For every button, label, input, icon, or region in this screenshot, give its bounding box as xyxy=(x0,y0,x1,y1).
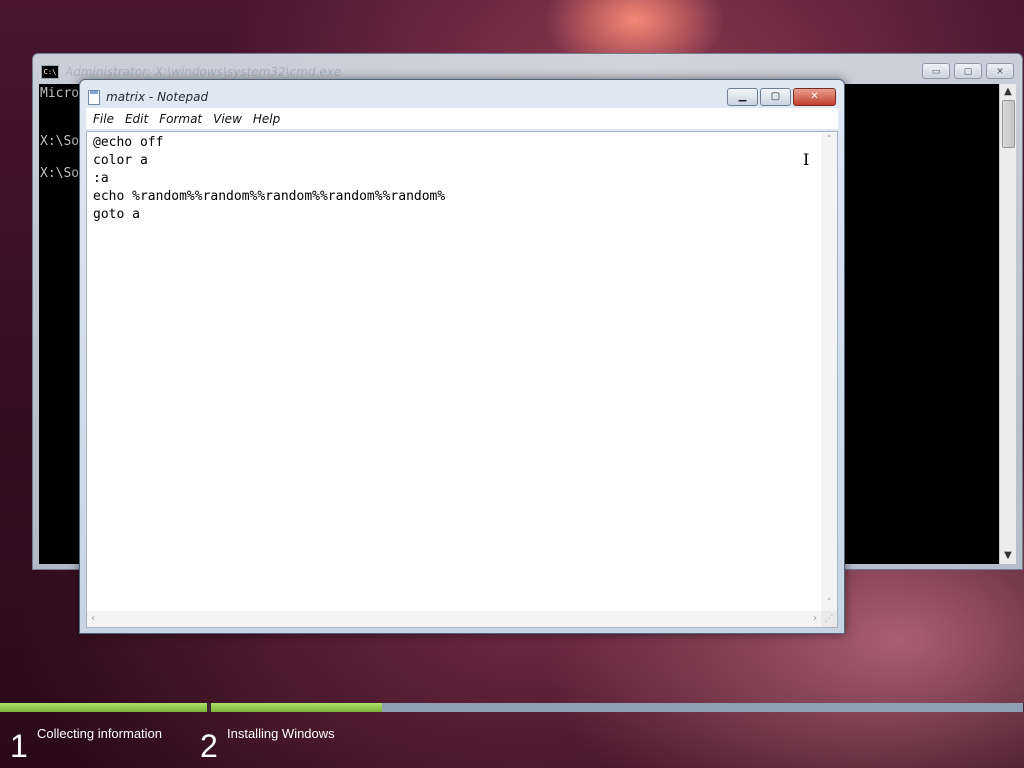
setup-progress-bar xyxy=(0,703,1024,712)
editor-content[interactable]: @echo off color a :a echo %random%%rando… xyxy=(93,134,445,224)
editor-vertical-scrollbar[interactable]: ˄ ˅ xyxy=(821,132,837,611)
cmd-minimize-button[interactable]: ▭ xyxy=(922,63,950,79)
step-number: 2 xyxy=(200,728,218,764)
scroll-thumb[interactable] xyxy=(1002,100,1015,148)
notepad-title: matrix - Notepad xyxy=(106,90,209,104)
text-editor[interactable]: @echo off color a :a echo %random%%rando… xyxy=(86,131,838,628)
notepad-minimize-button[interactable]: ▁ xyxy=(727,88,758,106)
cmd-title: Administrator: X:\windows\system32\cmd.e… xyxy=(65,65,342,79)
scroll-up-icon[interactable]: ▲ xyxy=(1000,84,1016,100)
text-cursor-icon: I xyxy=(803,150,810,169)
notepad-titlebar[interactable]: matrix - Notepad xyxy=(88,88,208,106)
step-label: Installing Windows xyxy=(227,726,335,741)
progress-step1 xyxy=(0,703,207,712)
cmd-close-button[interactable]: ✕ xyxy=(986,63,1014,79)
menu-bar: File Edit Format View Help xyxy=(86,108,838,129)
setup-steps: 1 Collecting information 2 Installing Wi… xyxy=(0,712,1024,768)
scroll-down-icon[interactable]: ▼ xyxy=(1000,548,1016,564)
console-line: X:\So xyxy=(40,166,80,181)
cmd-maximize-button[interactable]: ▢ xyxy=(954,63,982,79)
scroll-left-icon[interactable]: ‹ xyxy=(91,611,95,627)
cmd-icon: C:\ xyxy=(41,65,59,79)
editor-horizontal-scrollbar[interactable]: ‹ › xyxy=(87,611,821,627)
scroll-right-icon[interactable]: › xyxy=(813,611,817,627)
menu-file[interactable]: File xyxy=(93,112,114,126)
cmd-scrollbar[interactable]: ▲ ▼ xyxy=(999,84,1016,564)
menu-help[interactable]: Help xyxy=(253,112,280,126)
progress-step2 xyxy=(211,703,1023,712)
resize-grip-icon[interactable]: ⋰ xyxy=(821,611,837,627)
menu-edit[interactable]: Edit xyxy=(125,112,148,126)
step-number: 1 xyxy=(10,728,28,764)
scroll-up-icon[interactable]: ˄ xyxy=(821,135,837,145)
menu-view[interactable]: View xyxy=(213,112,242,126)
console-line: X:\So xyxy=(40,134,80,149)
notepad-icon xyxy=(88,89,100,105)
step-label: Collecting information xyxy=(37,726,163,741)
scroll-down-icon[interactable]: ˅ xyxy=(821,598,837,608)
notepad-maximize-button[interactable]: ▢ xyxy=(760,88,791,106)
progress-step2-fill xyxy=(211,703,382,712)
console-line: Micro xyxy=(40,86,80,101)
menu-format[interactable]: Format xyxy=(159,112,202,126)
notepad-close-button[interactable]: ✕ xyxy=(793,88,836,106)
notepad-window[interactable]: matrix - Notepad ▁ ▢ ✕ File Edit Format … xyxy=(79,79,845,634)
